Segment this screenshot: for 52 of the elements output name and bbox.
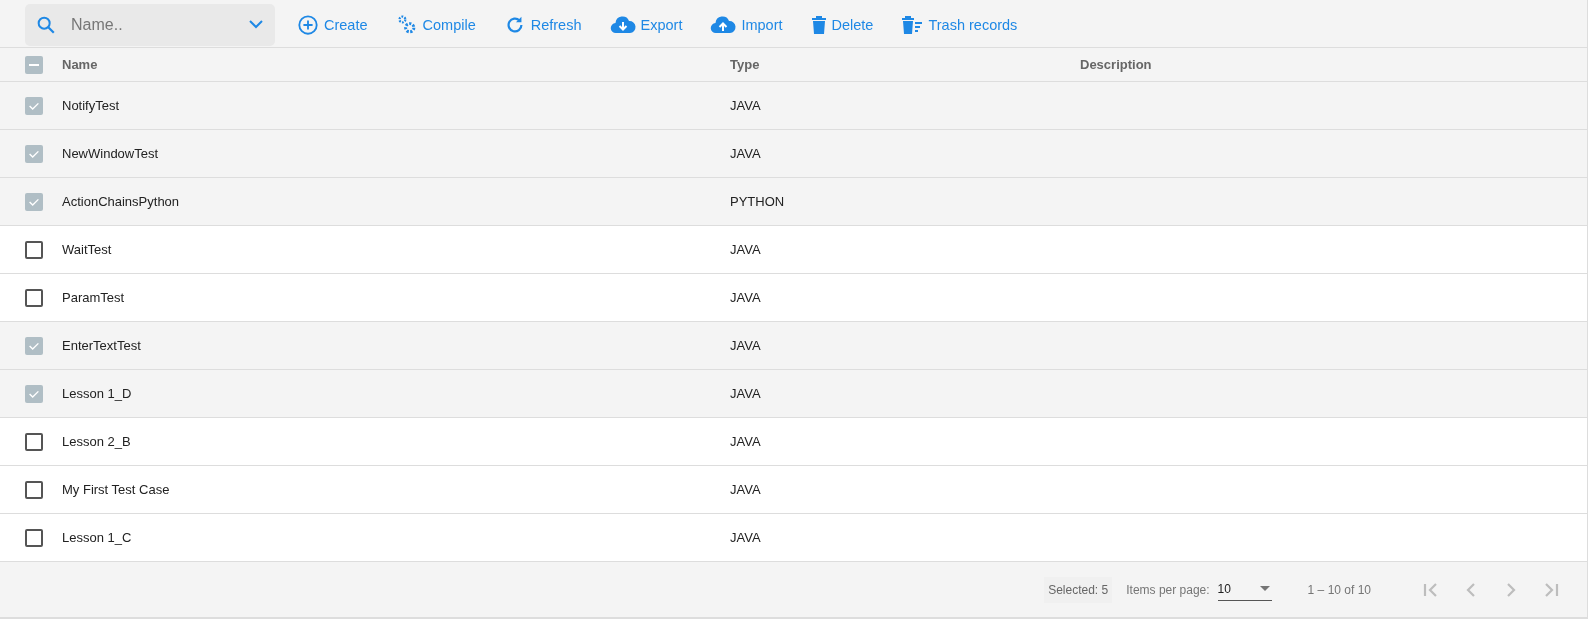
row-checkbox[interactable] [25, 528, 43, 547]
table-row[interactable]: ParamTest JAVA [0, 274, 1587, 322]
items-per-page-label: Items per page: [1126, 583, 1210, 597]
select-all-checkbox[interactable] [25, 55, 43, 74]
table-cell: Lesson 1_D [62, 386, 132, 401]
table-cell: JAVA [730, 530, 761, 545]
row-checkbox[interactable] [25, 144, 43, 163]
search-field[interactable]: Name.. [69, 14, 237, 35]
column-header[interactable]: Description [1080, 57, 1152, 72]
cloud-upload-icon [710, 14, 737, 35]
table-cell: JAVA [730, 434, 761, 449]
table-cell: EnterTextTest [62, 338, 141, 353]
selected-count: Selected: 5 [1044, 577, 1113, 603]
table-cell: JAVA [730, 338, 761, 353]
row-checkbox[interactable] [25, 240, 43, 259]
table-cell: Lesson 2_B [62, 434, 131, 449]
table-row[interactable]: WaitTest JAVA [0, 226, 1587, 274]
column-header[interactable]: Name [62, 57, 98, 72]
table-cell: NotifyTest [62, 98, 120, 113]
cloud-download-icon [609, 14, 636, 35]
table-cell: JAVA [730, 242, 761, 257]
table-cell: WaitTest [62, 242, 112, 257]
column-header[interactable]: Type [730, 57, 760, 72]
table-row[interactable]: Lesson 2_B JAVA [0, 418, 1587, 466]
row-checkbox[interactable] [25, 192, 43, 211]
table-cell: JAVA [730, 98, 761, 113]
table-cell: ParamTest [62, 290, 125, 305]
row-checkbox[interactable] [25, 384, 43, 403]
table-cell: My First Test Case [62, 482, 170, 497]
table-cell: Lesson 1_C [62, 530, 132, 545]
table-row[interactable]: My First Test Case JAVA [0, 466, 1587, 514]
table-cell: JAVA [730, 146, 761, 161]
row-checkbox[interactable] [25, 336, 43, 355]
items-per-page-select[interactable]: 10 [1217, 579, 1272, 601]
table-row[interactable]: Lesson 1_C JAVA [0, 514, 1587, 562]
trash-list-icon [901, 14, 924, 35]
table-cell: ActionChainsPython [62, 194, 180, 209]
range-label: 1 – 10 of 10 [1307, 583, 1371, 597]
caret-down-icon [1259, 586, 1270, 591]
row-checkbox[interactable] [25, 432, 43, 451]
row-checkbox[interactable] [25, 288, 43, 307]
search-bar[interactable]: Name.. [25, 3, 275, 46]
table-cell: NewWindowTest [62, 146, 159, 161]
row-checkbox[interactable] [25, 480, 43, 499]
chevron-down-icon [249, 20, 263, 29]
plus-circle-icon [297, 13, 319, 36]
row-checkbox[interactable] [25, 96, 43, 115]
table-cell: PYTHON [730, 194, 785, 209]
table-cell: JAVA [730, 290, 761, 305]
trash-icon [810, 14, 827, 35]
table-cell: JAVA [730, 482, 761, 497]
table-cell: JAVA [730, 386, 761, 401]
